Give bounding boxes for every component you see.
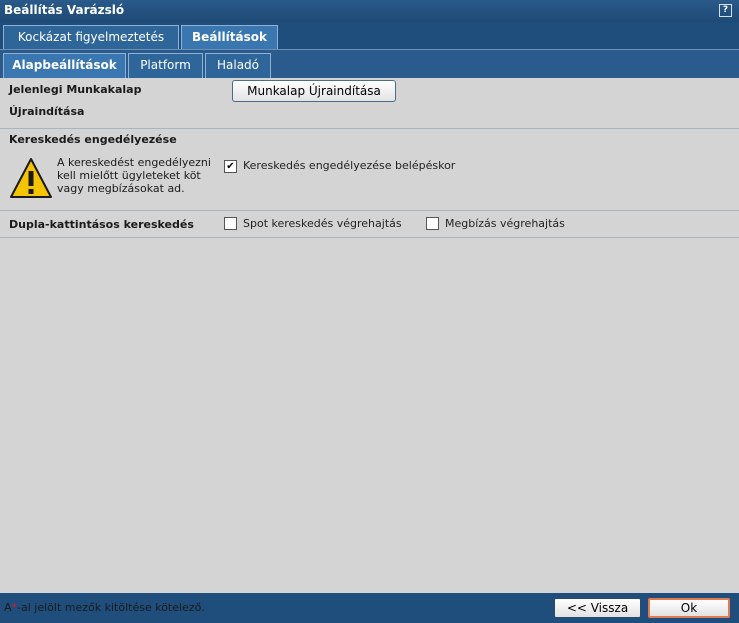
tab-risk-warning[interactable]: Kockázat figyelmeztetés bbox=[3, 25, 179, 49]
spot-execution-label: Spot kereskedés végrehajtás bbox=[243, 217, 402, 230]
back-button[interactable]: << Vissza bbox=[554, 598, 641, 618]
top-tab-bar: Kockázat figyelmeztetés Beállítások bbox=[0, 22, 739, 49]
window-title: Beállítás Varázsló bbox=[4, 3, 125, 17]
divider bbox=[0, 237, 739, 238]
divider bbox=[0, 210, 739, 211]
warning-icon bbox=[10, 158, 52, 198]
enable-trading-label: Kereskedés engedélyezése belépéskor bbox=[243, 159, 456, 172]
divider bbox=[0, 128, 739, 129]
tab-settings[interactable]: Beállítások bbox=[181, 25, 278, 49]
trading-heading: Kereskedés engedélyezése bbox=[9, 133, 177, 146]
title-bar: Beállítás Varázsló ? bbox=[0, 0, 739, 22]
workspace-label-line1: Jelenlegi Munkakalap bbox=[9, 83, 142, 96]
restart-workspace-button[interactable]: Munkalap Újraindítása bbox=[232, 80, 396, 102]
order-execution-label: Megbízás végrehajtás bbox=[445, 217, 565, 230]
sub-tab-bar: Alapbeállítások Platform Haladó bbox=[0, 49, 739, 78]
tab-advanced[interactable]: Haladó bbox=[205, 53, 271, 78]
double-click-label: Dupla-kattintásos kereskedés bbox=[9, 218, 194, 231]
settings-panel: Jelenlegi Munkakalap Újraindítása Munkal… bbox=[0, 78, 739, 593]
order-execution-checkbox[interactable] bbox=[426, 217, 439, 230]
footer-bar: A*-al jelölt mezők kitöltése kötelező. <… bbox=[0, 593, 739, 623]
workspace-label-line2: Újraindítása bbox=[9, 105, 85, 118]
warning-text: A kereskedést engedélyezni kell mielőtt … bbox=[57, 156, 211, 195]
tab-platform[interactable]: Platform bbox=[128, 53, 203, 78]
spot-execution-checkbox[interactable] bbox=[224, 217, 237, 230]
ok-button[interactable]: Ok bbox=[648, 598, 730, 618]
help-icon[interactable]: ? bbox=[719, 4, 732, 17]
required-fields-note: A*-al jelölt mezők kitöltése kötelező. bbox=[4, 601, 205, 614]
tab-basic-settings[interactable]: Alapbeállítások bbox=[3, 53, 126, 78]
enable-trading-checkbox[interactable]: ✔ bbox=[224, 160, 237, 173]
